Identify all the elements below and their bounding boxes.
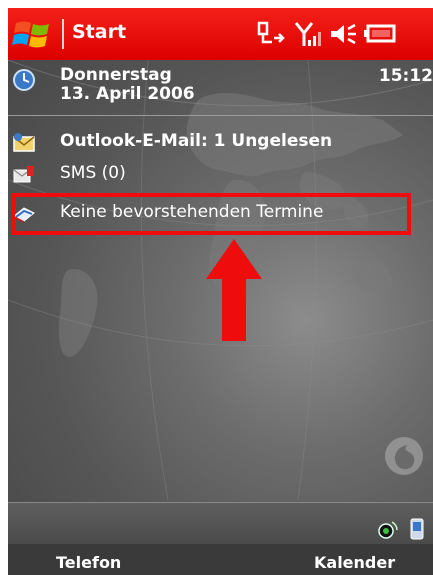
highlight-box — [11, 193, 411, 235]
wireless-status-icon[interactable] — [377, 518, 399, 540]
device-frame: Start Donnerstag 13. April 2006 15:12 Ou… — [0, 0, 433, 575]
divider — [8, 115, 433, 116]
title-bar: Start — [8, 8, 433, 60]
page-title[interactable]: Start — [72, 21, 126, 43]
sms-icon — [13, 166, 34, 183]
email-row[interactable]: Outlook-E-Mail: 1 Ungelesen — [8, 129, 433, 157]
device-status-icon[interactable] — [406, 518, 428, 540]
outlook-mail-icon — [13, 133, 35, 152]
windows-start-icon[interactable] — [12, 19, 54, 49]
today-screen: Start Donnerstag 13. April 2006 15:12 Ou… — [8, 8, 433, 575]
date-row[interactable]: Donnerstag 13. April 2006 — [8, 64, 433, 108]
vodafone-logo — [385, 437, 423, 475]
signal-strength-icon[interactable] — [294, 20, 324, 48]
clock-icon — [13, 69, 35, 91]
softkey-left-telefon[interactable]: Telefon — [56, 553, 121, 572]
sms-summary: SMS (0) — [60, 163, 126, 183]
email-summary: Outlook-E-Mail: 1 Ungelesen — [60, 131, 333, 151]
clock-time[interactable]: 15:12 — [379, 66, 433, 86]
connectivity-icon[interactable] — [256, 20, 286, 48]
volume-icon[interactable] — [328, 20, 358, 48]
date-full: 13. April 2006 — [60, 84, 195, 104]
title-separator — [62, 19, 64, 49]
sms-row[interactable]: SMS (0) — [8, 161, 433, 189]
arrow-up-icon — [206, 239, 262, 341]
battery-icon[interactable] — [363, 20, 397, 48]
softkey-right-kalender[interactable]: Kalender — [314, 553, 395, 572]
date-weekday: Donnerstag — [60, 65, 172, 85]
notification-tray — [8, 502, 433, 545]
